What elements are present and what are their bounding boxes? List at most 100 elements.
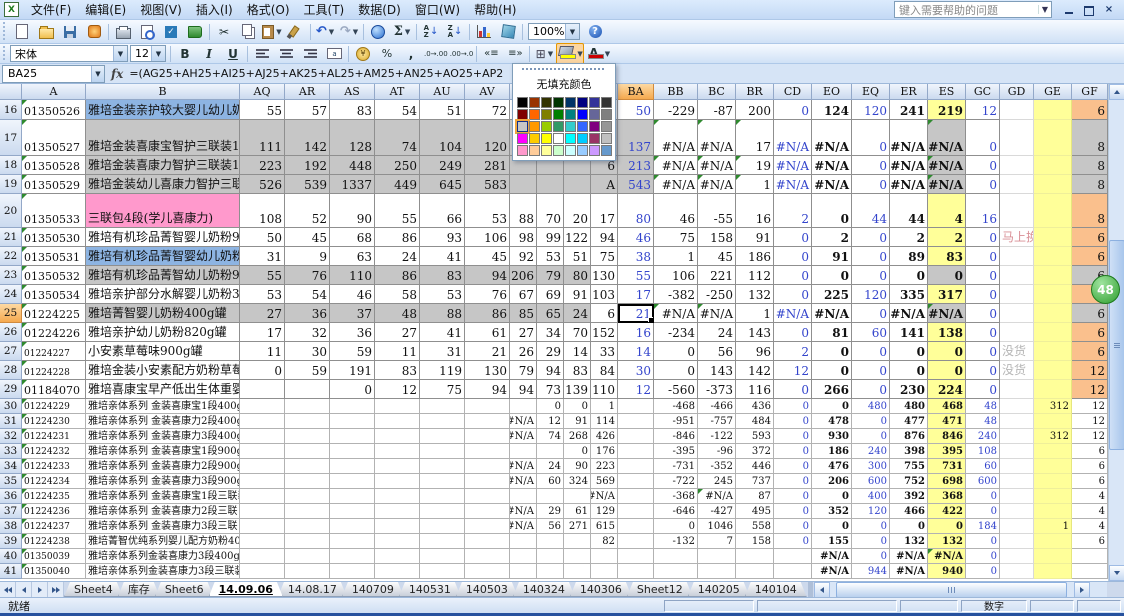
cell-AS39[interactable] (330, 534, 375, 549)
cell-ER41[interactable]: #N/A (890, 564, 928, 579)
cell-ER33[interactable]: 398 (890, 444, 928, 459)
cell-A30[interactable]: 01224229 (22, 399, 86, 414)
cell-AS33[interactable] (330, 444, 375, 459)
cell-BB39[interactable]: -132 (654, 534, 698, 549)
format-painter-icon[interactable] (284, 20, 308, 43)
cell-EO16[interactable]: 124 (812, 100, 852, 120)
cell-GD22[interactable] (1000, 247, 1034, 266)
cell-BB25[interactable]: #N/A (654, 304, 698, 323)
sort-asc-icon[interactable]: AZ↓ (419, 20, 443, 43)
no-fill-button[interactable]: 无填充颜色 (516, 74, 612, 94)
cell-AW20[interactable]: 88 (510, 194, 537, 228)
cell-AV32[interactable] (465, 429, 510, 444)
cell-AU31[interactable] (420, 414, 465, 429)
cell-EQ21[interactable]: 0 (852, 228, 890, 247)
cell-BA33[interactable] (618, 444, 654, 459)
cell-EO32[interactable]: 930 (812, 429, 852, 444)
cell-EQ31[interactable]: 0 (852, 414, 890, 429)
align-center-button[interactable] (274, 43, 298, 65)
cell-AY27[interactable]: 14 (564, 342, 591, 361)
cell-B18[interactable]: 雅培金装喜康力智护三联装1200g (86, 156, 240, 175)
cell-AV19[interactable]: 583 (465, 175, 510, 194)
cell-GD31[interactable] (1000, 414, 1034, 429)
cell-AY20[interactable]: 20 (564, 194, 591, 228)
cell-AX36[interactable] (537, 489, 564, 504)
scroll-down-icon[interactable] (1109, 565, 1124, 581)
cell-ER19[interactable]: #N/A (890, 175, 928, 194)
cell-AX33[interactable] (537, 444, 564, 459)
color-swatch-333300[interactable] (541, 97, 552, 108)
cell-CD21[interactable]: 0 (774, 228, 812, 247)
cell-ER30[interactable]: 480 (890, 399, 928, 414)
cell-AQ34[interactable] (240, 459, 285, 474)
cell-AU33[interactable] (420, 444, 465, 459)
cell-CD24[interactable]: 0 (774, 285, 812, 304)
cell-BB19[interactable]: #N/A (654, 175, 698, 194)
cell-AT24[interactable]: 58 (375, 285, 420, 304)
cell-BB31[interactable]: -951 (654, 414, 698, 429)
cell-AX37[interactable]: 29 (537, 504, 564, 519)
merge-center-button[interactable]: a (322, 43, 346, 65)
cell-CD17[interactable]: #N/A (774, 120, 812, 156)
cell-AS36[interactable] (330, 489, 375, 504)
cell-EQ22[interactable]: 0 (852, 247, 890, 266)
cell-AT28[interactable]: 83 (375, 361, 420, 380)
cell-A35[interactable]: 01224234 (22, 474, 86, 489)
cell-BC40[interactable] (698, 549, 736, 564)
menu-item-5[interactable]: 工具(T) (297, 0, 352, 20)
row-header-36[interactable]: 36 (0, 489, 22, 504)
minimize-button[interactable] (1062, 3, 1076, 16)
cell-AV34[interactable] (465, 459, 510, 474)
cell-BR23[interactable]: 112 (736, 266, 774, 285)
cell-AR23[interactable]: 76 (285, 266, 330, 285)
cell-AV41[interactable] (465, 564, 510, 579)
vertical-scroll-thumb[interactable] (1109, 240, 1124, 450)
cell-ES27[interactable]: 0 (928, 342, 966, 361)
color-swatch-CCFFCC[interactable] (553, 145, 564, 156)
cell-AY28[interactable]: 83 (564, 361, 591, 380)
cell-B39[interactable]: 雅培菁智优纯系列婴儿配方奶粉400g (86, 534, 240, 549)
cell-EO33[interactable]: 186 (812, 444, 852, 459)
cell-A34[interactable]: 01224233 (22, 459, 86, 474)
row-header-20[interactable]: 20 (0, 194, 22, 228)
cell-GC19[interactable]: 0 (966, 175, 1000, 194)
cell-AQ36[interactable] (240, 489, 285, 504)
cut-icon[interactable]: ✂ (212, 20, 236, 43)
cell-AU40[interactable] (420, 549, 465, 564)
cell-BA29[interactable]: 12 (618, 380, 654, 399)
cell-GC38[interactable]: 184 (966, 519, 1000, 534)
row-header-17[interactable]: 17 (0, 120, 22, 156)
cell-A32[interactable]: 01224231 (22, 429, 86, 444)
color-swatch-FF9900[interactable] (529, 121, 540, 132)
cell-AT36[interactable] (375, 489, 420, 504)
cell-AY21[interactable]: 122 (564, 228, 591, 247)
cell-BB28[interactable]: 0 (654, 361, 698, 380)
color-swatch-003366[interactable] (565, 97, 576, 108)
cell-EQ36[interactable]: 400 (852, 489, 890, 504)
last-sheet-icon[interactable] (48, 582, 64, 597)
cell-ES30[interactable]: 468 (928, 399, 966, 414)
cell-BA16[interactable]: 50 (618, 100, 654, 120)
cell-AV17[interactable]: 120 (465, 120, 510, 156)
cell-AQ24[interactable]: 53 (240, 285, 285, 304)
cell-AX19[interactable] (537, 175, 564, 194)
cell-BB38[interactable]: 0 (654, 519, 698, 534)
cell-BC23[interactable]: 221 (698, 266, 736, 285)
row-header-39[interactable]: 39 (0, 534, 22, 549)
row-header-22[interactable]: 22 (0, 247, 22, 266)
cell-B32[interactable]: 雅培亲体系列 金装喜康力3段400g (86, 429, 240, 444)
cell-AT18[interactable]: 250 (375, 156, 420, 175)
cell-BA22[interactable]: 38 (618, 247, 654, 266)
cell-AX29[interactable]: 73 (537, 380, 564, 399)
help-search-input[interactable]: 键入需要帮助的问题 ▼ (894, 1, 1052, 18)
cell-BR31[interactable]: 484 (736, 414, 774, 429)
cell-A28[interactable]: 01224228 (22, 361, 86, 380)
cell-GE27[interactable] (1034, 342, 1072, 361)
cell-BC25[interactable]: #N/A (698, 304, 736, 323)
cell-BC39[interactable]: 7 (698, 534, 736, 549)
borders-button[interactable]: ⊞▼ (532, 43, 556, 65)
cell-A19[interactable]: 01350529 (22, 175, 86, 194)
cell-ER18[interactable]: #N/A (890, 156, 928, 175)
cell-CD30[interactable]: 0 (774, 399, 812, 414)
cell-BA19[interactable]: 543 (618, 175, 654, 194)
